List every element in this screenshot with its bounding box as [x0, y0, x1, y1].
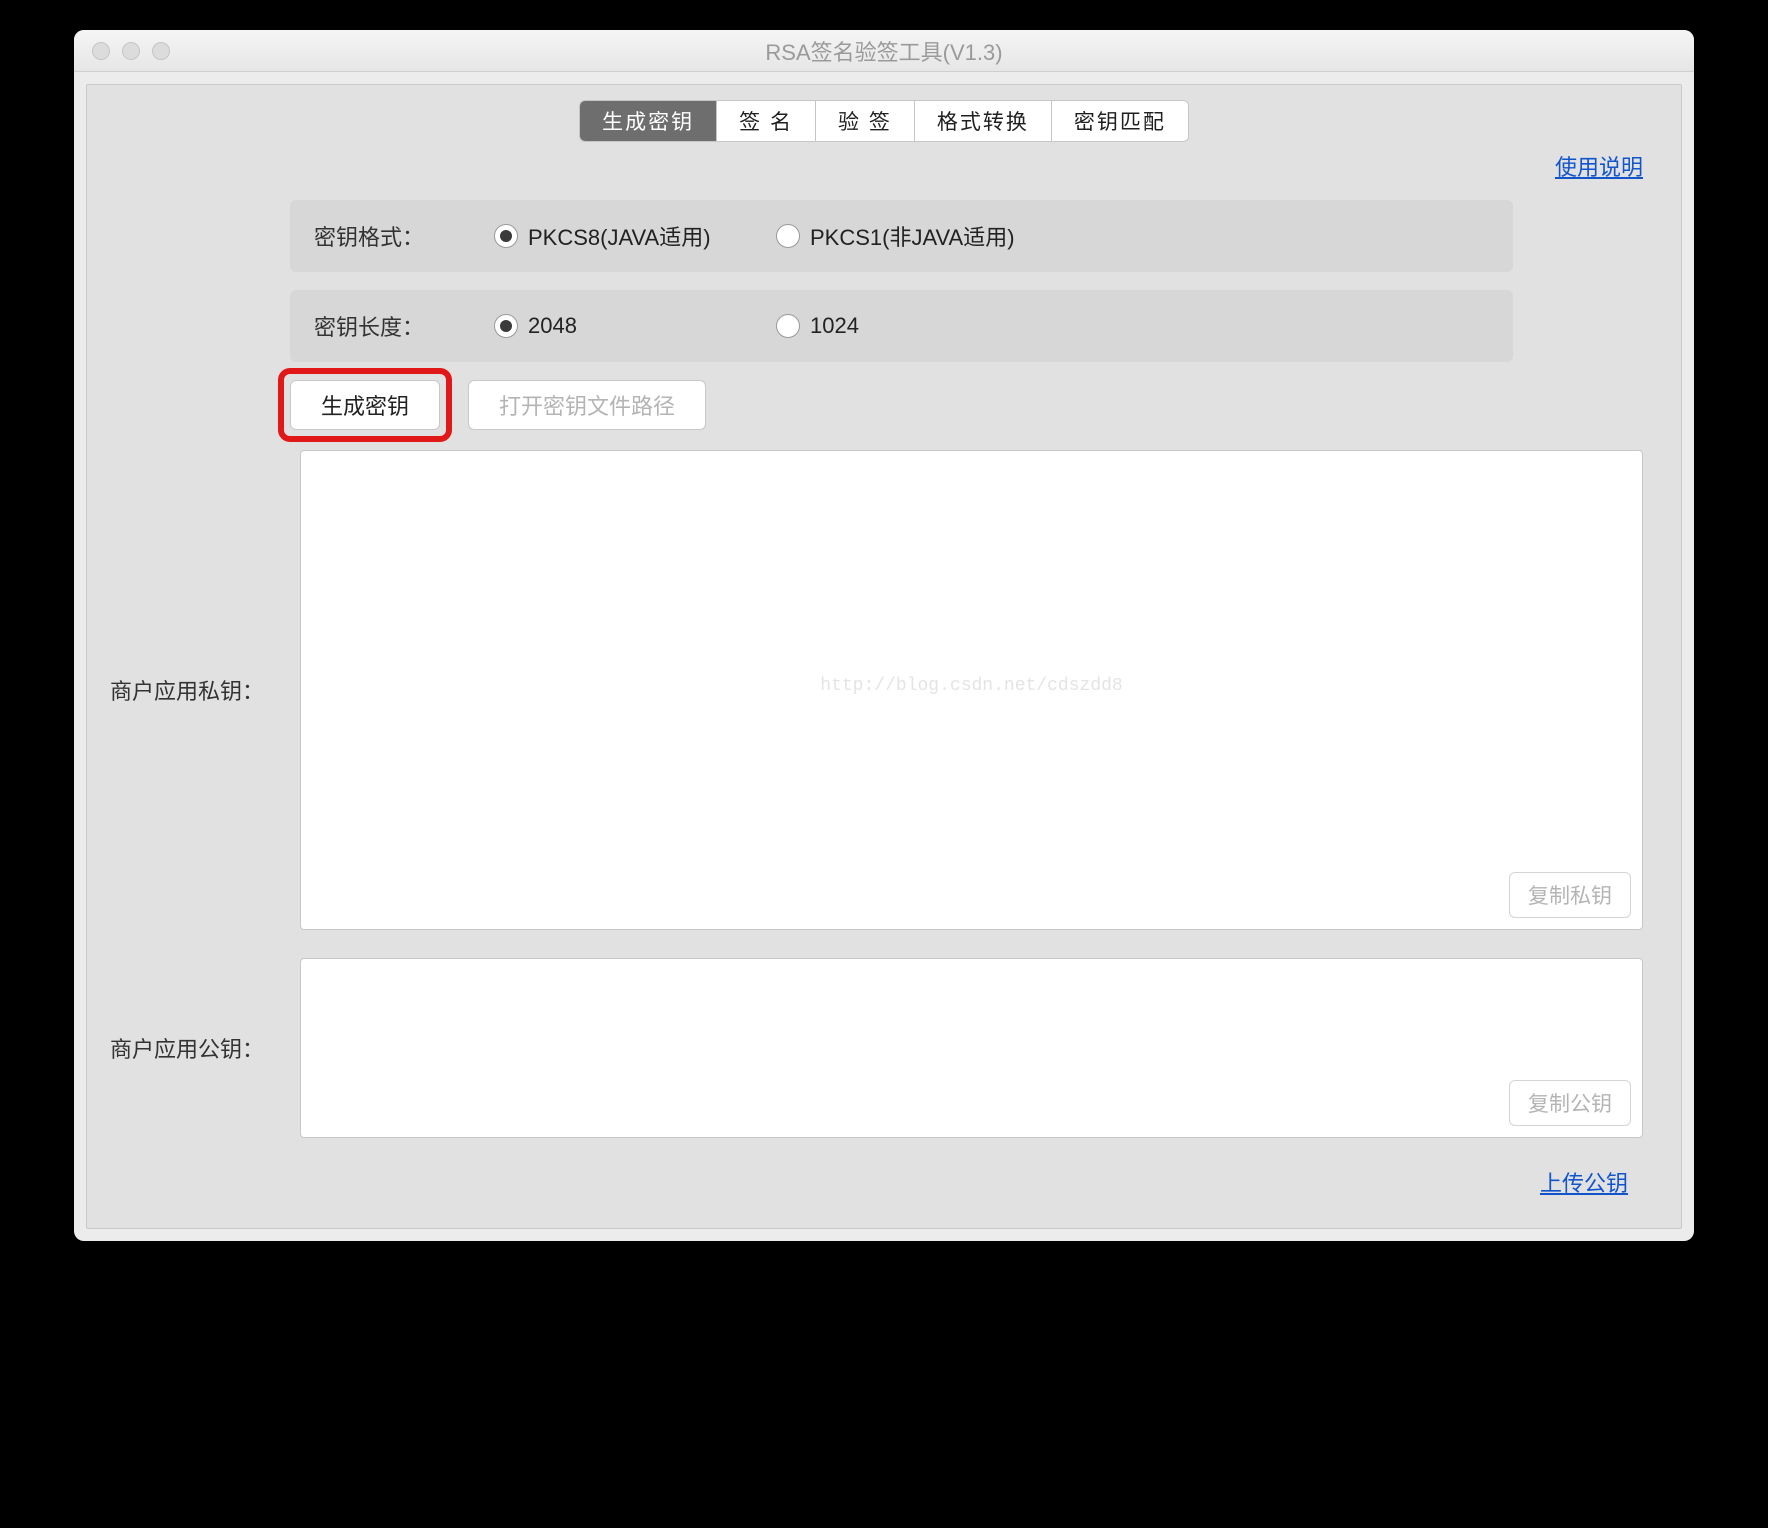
action-button-row: 生成密钥 打开密钥文件路径: [290, 380, 1513, 430]
radio-2048[interactable]: 2048: [494, 313, 744, 339]
watermark-text: http://blog.csdn.net/cdszdd8: [820, 676, 1122, 696]
radio-icon: [776, 224, 800, 248]
tab-bar: 生成密钥 签 名 验 签 格式转换 密钥匹配: [105, 100, 1663, 142]
window-title: RSA签名验签工具(V1.3): [74, 35, 1694, 67]
key-format-radio-group: PKCS8(JAVA适用) PKCS1(非JAVA适用): [494, 220, 1026, 252]
generate-button-wrap: 生成密钥: [290, 380, 440, 430]
help-link-row: 使用说明: [105, 150, 1663, 182]
tab-verify[interactable]: 验 签: [816, 101, 915, 141]
public-key-section: 商户应用公钥： 复制公钥: [105, 958, 1663, 1138]
close-icon[interactable]: [92, 42, 110, 60]
radio-label: 1024: [810, 313, 859, 339]
copy-private-key-button[interactable]: 复制私钥: [1509, 872, 1631, 918]
radio-icon: [776, 314, 800, 338]
key-length-radio-group: 2048 1024: [494, 313, 1026, 339]
radio-pkcs1[interactable]: PKCS1(非JAVA适用): [776, 220, 1026, 252]
traffic-lights: [74, 42, 170, 60]
open-key-path-button[interactable]: 打开密钥文件路径: [468, 380, 706, 430]
radio-label: 2048: [528, 313, 577, 339]
tab-sign[interactable]: 签 名: [717, 101, 816, 141]
titlebar: RSA签名验签工具(V1.3): [74, 30, 1694, 72]
public-key-textarea[interactable]: [300, 958, 1643, 1138]
radio-icon: [494, 314, 518, 338]
app-window: RSA签名验签工具(V1.3) 生成密钥 签 名 验 签 格式转换 密钥匹配 使…: [74, 30, 1694, 1241]
private-key-label: 商户应用私钥：: [105, 674, 280, 706]
upload-public-key-link[interactable]: 上传公钥: [1540, 1171, 1628, 1196]
radio-label: PKCS8(JAVA适用): [528, 220, 711, 252]
radio-pkcs8[interactable]: PKCS8(JAVA适用): [494, 220, 744, 252]
tab-group: 生成密钥 签 名 验 签 格式转换 密钥匹配: [579, 100, 1189, 142]
key-length-bar: 密钥长度： 2048 1024: [290, 290, 1513, 362]
generate-key-button[interactable]: 生成密钥: [290, 380, 440, 430]
private-key-section: 商户应用私钥： http://blog.csdn.net/cdszdd8 复制私…: [105, 450, 1663, 930]
tab-generate-key[interactable]: 生成密钥: [580, 101, 717, 141]
minimize-icon[interactable]: [122, 42, 140, 60]
help-link[interactable]: 使用说明: [1555, 155, 1643, 180]
copy-public-key-button[interactable]: 复制公钥: [1509, 1080, 1631, 1126]
content-area: 生成密钥 签 名 验 签 格式转换 密钥匹配 使用说明 密钥格式： PKCS8(…: [86, 84, 1682, 1229]
key-format-bar: 密钥格式： PKCS8(JAVA适用) PKCS1(非JAVA适用): [290, 200, 1513, 272]
key-length-label: 密钥长度：: [314, 310, 444, 342]
private-key-wrap: http://blog.csdn.net/cdszdd8 复制私钥: [300, 450, 1643, 930]
radio-icon: [494, 224, 518, 248]
radio-1024[interactable]: 1024: [776, 313, 1026, 339]
public-key-wrap: 复制公钥: [300, 958, 1643, 1138]
private-key-textarea[interactable]: http://blog.csdn.net/cdszdd8: [300, 450, 1643, 930]
key-format-label: 密钥格式：: [314, 220, 444, 252]
tab-format-convert[interactable]: 格式转换: [915, 101, 1052, 141]
maximize-icon[interactable]: [152, 42, 170, 60]
tab-key-match[interactable]: 密钥匹配: [1052, 101, 1188, 141]
upload-link-row: 上传公钥: [105, 1166, 1663, 1198]
public-key-label: 商户应用公钥：: [105, 1032, 280, 1064]
radio-label: PKCS1(非JAVA适用): [810, 220, 1015, 252]
